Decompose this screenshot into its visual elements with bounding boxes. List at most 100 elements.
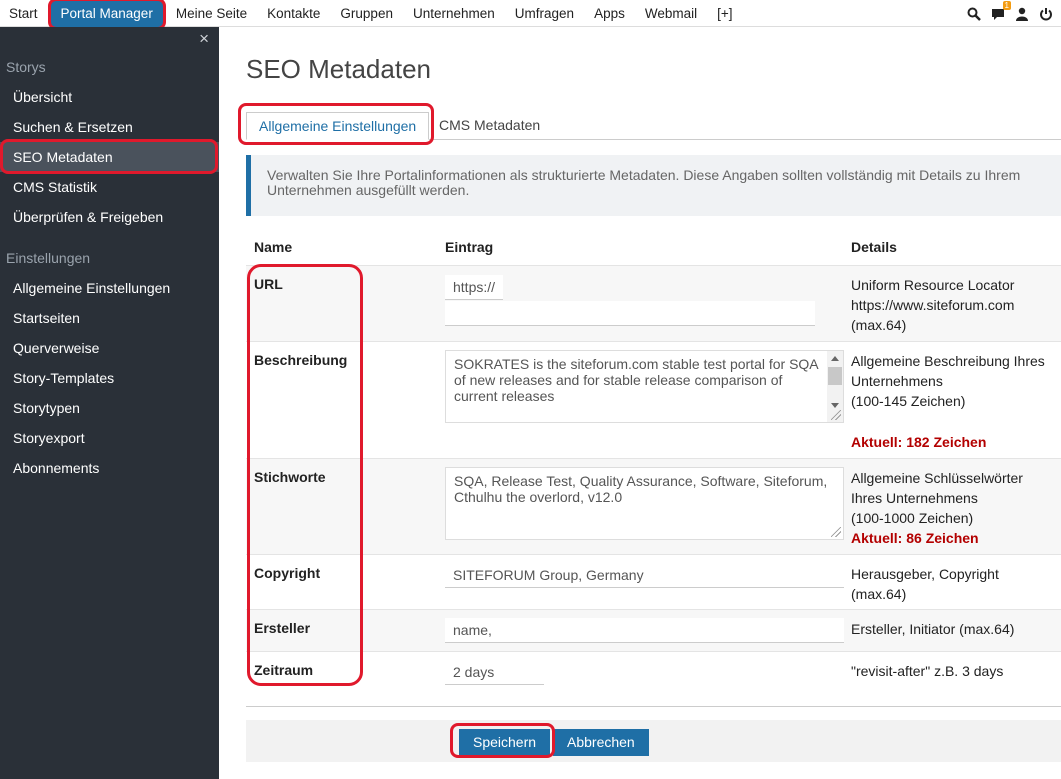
scroll-up-icon[interactable] bbox=[831, 355, 839, 361]
row-label-beschreibung: Beschreibung bbox=[246, 340, 437, 458]
user-icon[interactable] bbox=[1015, 7, 1029, 21]
table-row-stichworte: Stichworte SQA, Release Test, Quality As… bbox=[246, 457, 1061, 554]
row-entry-url: https:// bbox=[437, 264, 851, 341]
topnav-start[interactable]: Start bbox=[0, 0, 48, 27]
metadata-table: Name Eintrag Details URL https:// Unifor… bbox=[246, 230, 1061, 693]
row-details-beschreibung: Allgemeine Beschreibung Ihres Unternehme… bbox=[851, 340, 1061, 458]
row-details-stichworte: Allgemeine Schlüsselwörter Ihres Unterne… bbox=[851, 457, 1061, 554]
table-row-url: URL https:// Uniform Resource Locator ht… bbox=[246, 264, 1061, 341]
topnav-apps[interactable]: Apps bbox=[584, 0, 635, 27]
tab-allgemeine-einstellungen[interactable]: Allgemeine Einstellungen bbox=[246, 112, 430, 140]
sidebar-item-cms-statistik[interactable]: CMS Statistik bbox=[0, 172, 219, 202]
sidebar-item-abonnements[interactable]: Abonnements bbox=[0, 453, 219, 483]
resize-grip-icon[interactable] bbox=[831, 409, 841, 420]
beschreibung-textarea[interactable]: SOKRATES is the siteforum.com stable tes… bbox=[445, 349, 844, 423]
ersteller-input[interactable]: name, bbox=[445, 617, 844, 643]
chat-icon[interactable]: 1 bbox=[991, 0, 1011, 21]
details-line: (max.64) bbox=[851, 585, 907, 602]
info-box: Verwalten Sie Ihre Portalinformationen a… bbox=[246, 155, 1061, 216]
scroll-down-icon[interactable] bbox=[831, 402, 839, 408]
info-text: Verwalten Sie Ihre Portalinformationen a… bbox=[267, 167, 1021, 198]
sidebar-item-ueberpruefen[interactable]: Überprüfen & Freigeben bbox=[0, 202, 219, 232]
close-icon[interactable]: × bbox=[199, 29, 209, 49]
table-row-beschreibung: Beschreibung SOKRATES is the siteforum.c… bbox=[246, 340, 1061, 458]
sidebar-item-storyexport[interactable]: Storyexport bbox=[0, 423, 219, 453]
sidebar-item-allgemeine-einstellungen[interactable]: Allgemeine Einstellungen bbox=[0, 273, 219, 303]
tab-bar: Allgemeine Einstellungen CMS Metadaten bbox=[246, 112, 1061, 140]
column-header-eintrag: Eintrag bbox=[445, 239, 494, 256]
table-row-copyright: Copyright SITEFORUM Group, Germany Herau… bbox=[246, 553, 1061, 609]
table-header-row: Name Eintrag Details bbox=[246, 230, 1061, 265]
row-details-zeitraum: "revisit-after" z.B. 3 days bbox=[851, 650, 1061, 693]
sidebar-item-querverweise[interactable]: Querverweise bbox=[0, 333, 219, 363]
sidebar-section-einstellungen: Einstellungen bbox=[6, 250, 91, 266]
sidebar-item-story-templates[interactable]: Story-Templates bbox=[0, 363, 219, 393]
row-entry-zeitraum: 2 days bbox=[437, 650, 851, 693]
table-row-zeitraum: Zeitraum 2 days "revisit-after" z.B. 3 d… bbox=[246, 650, 1061, 693]
details-line: https://www.siteforum.com bbox=[851, 296, 1015, 313]
details-line: "revisit-after" z.B. 3 days bbox=[851, 662, 1004, 679]
save-button[interactable]: Speichern bbox=[459, 729, 551, 756]
topnav-kontakte[interactable]: Kontakte bbox=[257, 0, 330, 27]
row-label-zeitraum: Zeitraum bbox=[246, 650, 437, 693]
details-line: Unternehmens bbox=[851, 372, 943, 389]
sidebar-item-seo-metadaten[interactable]: SEO Metadaten bbox=[0, 142, 219, 172]
column-header-name: Name bbox=[254, 239, 293, 256]
url-prefix-field[interactable]: https:// bbox=[445, 274, 503, 300]
beschreibung-text: SOKRATES is the siteforum.com stable tes… bbox=[454, 355, 818, 404]
stichworte-text: SQA, Release Test, Quality Assurance, So… bbox=[454, 472, 828, 505]
divider bbox=[246, 706, 1061, 707]
main-content: SEO Metadaten Allgemeine Einstellungen C… bbox=[219, 27, 1061, 779]
char-count-warning: Aktuell: 86 Zeichen bbox=[851, 529, 979, 546]
topnav-webmail[interactable]: Webmail bbox=[635, 0, 707, 27]
row-entry-stichworte: SQA, Release Test, Quality Assurance, So… bbox=[437, 457, 851, 554]
top-nav-menu: Start Portal Manager Meine Seite Kontakt… bbox=[0, 0, 743, 27]
tab-cms-metadaten[interactable]: CMS Metadaten bbox=[427, 112, 552, 140]
copyright-input[interactable]: SITEFORUM Group, Germany bbox=[445, 562, 844, 588]
page-title: SEO Metadaten bbox=[246, 54, 431, 84]
sidebar-item-uebersicht[interactable]: Übersicht bbox=[0, 82, 219, 112]
topnav-portal-manager[interactable]: Portal Manager bbox=[50, 0, 163, 27]
url-input[interactable] bbox=[445, 300, 815, 326]
details-line: Herausgeber, Copyright bbox=[851, 565, 999, 582]
details-line: (max.64) bbox=[851, 316, 907, 333]
search-icon[interactable] bbox=[967, 7, 981, 21]
row-label-ersteller: Ersteller bbox=[246, 608, 437, 651]
sidebar: × Storys Übersicht Suchen & Ersetzen SEO… bbox=[0, 27, 219, 779]
sidebar-item-storytypen[interactable]: Storytypen bbox=[0, 393, 219, 423]
table-row-ersteller: Ersteller name, Ersteller, Initiator (ma… bbox=[246, 608, 1061, 651]
row-entry-ersteller: name, bbox=[437, 608, 851, 651]
zeitraum-input[interactable]: 2 days bbox=[445, 659, 544, 685]
form-actions-bar bbox=[246, 720, 1061, 762]
cancel-button[interactable]: Abbrechen bbox=[553, 729, 649, 756]
row-details-copyright: Herausgeber, Copyright (max.64) bbox=[851, 553, 1061, 609]
details-line: Allgemeine Beschreibung Ihres bbox=[851, 352, 1045, 369]
details-line: (100-1000 Zeichen) bbox=[851, 509, 974, 526]
details-line: (100-145 Zeichen) bbox=[851, 392, 966, 409]
stichworte-textarea[interactable]: SQA, Release Test, Quality Assurance, So… bbox=[445, 466, 844, 540]
top-icons: 1 bbox=[967, 0, 1053, 27]
details-line: Ihres Unternehmens bbox=[851, 489, 978, 506]
details-line: Ersteller, Initiator (max.64) bbox=[851, 620, 1015, 637]
topnav-gruppen[interactable]: Gruppen bbox=[330, 0, 403, 27]
notification-badge: 1 bbox=[1002, 0, 1011, 10]
topnav-add[interactable]: [+] bbox=[707, 0, 742, 27]
sidebar-item-startseiten[interactable]: Startseiten bbox=[0, 303, 219, 333]
power-icon[interactable] bbox=[1039, 7, 1053, 21]
row-entry-beschreibung: SOKRATES is the siteforum.com stable tes… bbox=[437, 340, 851, 458]
row-label-copyright: Copyright bbox=[246, 553, 437, 609]
row-entry-copyright: SITEFORUM Group, Germany bbox=[437, 553, 851, 609]
topnav-meine-seite[interactable]: Meine Seite bbox=[166, 0, 257, 27]
scroll-thumb[interactable] bbox=[828, 366, 842, 385]
topnav-unternehmen[interactable]: Unternehmen bbox=[403, 0, 505, 27]
row-label-stichworte: Stichworte bbox=[246, 457, 437, 554]
sidebar-item-suchen-ersetzen[interactable]: Suchen & Ersetzen bbox=[0, 112, 219, 142]
row-details-url: Uniform Resource Locator https://www.sit… bbox=[851, 264, 1061, 341]
details-line: Allgemeine Schlüsselwörter bbox=[851, 469, 1023, 486]
topnav-umfragen[interactable]: Umfragen bbox=[505, 0, 584, 27]
row-label-url: URL bbox=[246, 264, 437, 341]
resize-grip-icon[interactable] bbox=[831, 526, 841, 537]
top-navigation-bar: Start Portal Manager Meine Seite Kontakt… bbox=[0, 0, 1061, 27]
details-line: Uniform Resource Locator bbox=[851, 276, 1015, 293]
column-header-details: Details bbox=[851, 239, 897, 256]
